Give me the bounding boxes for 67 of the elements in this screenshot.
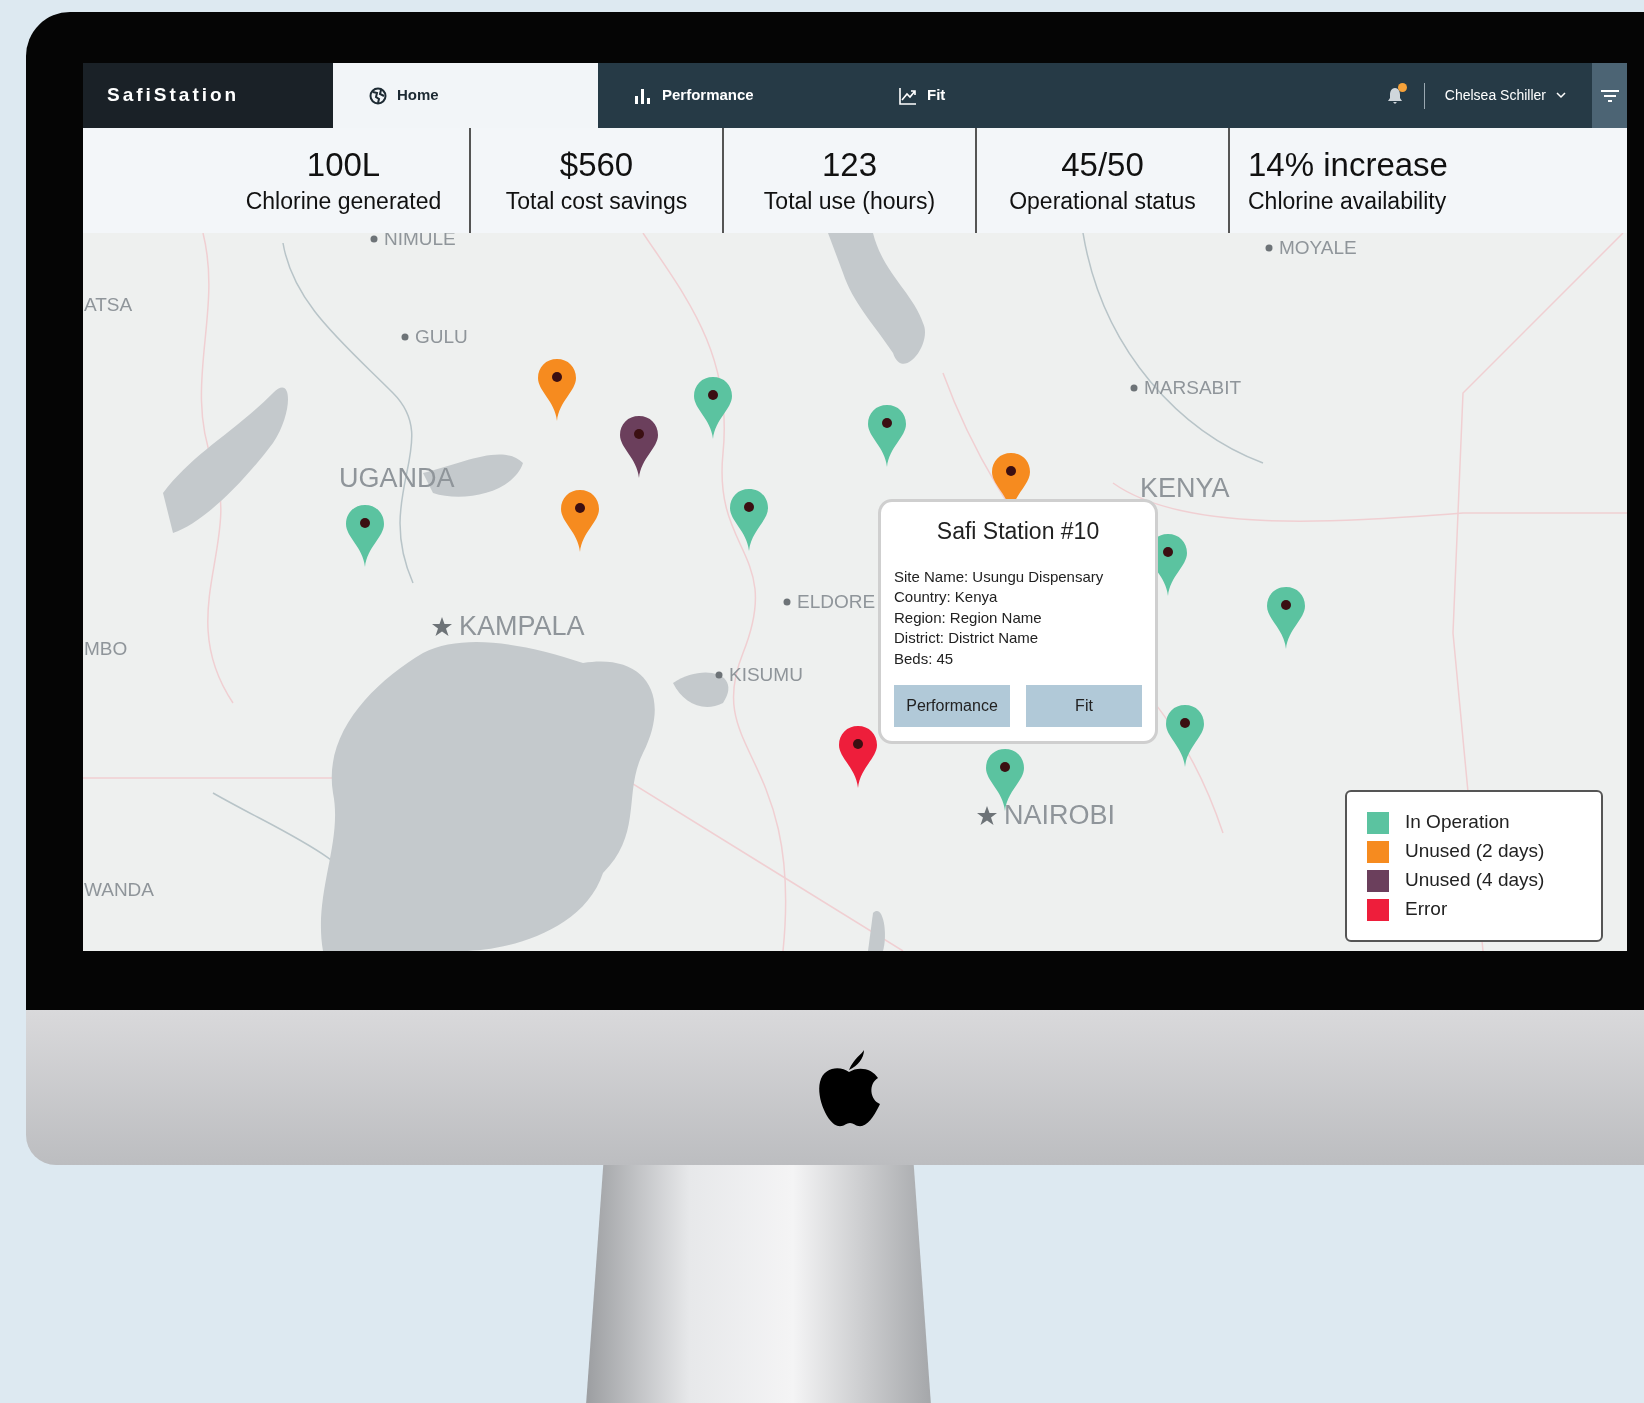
stat-value: 14% increase <box>1248 145 1448 186</box>
map-pin-icon[interactable] <box>346 505 384 567</box>
map-place-label: KAMPALA <box>459 613 585 640</box>
nav-tab[interactable]: Performance <box>598 63 863 128</box>
map-place-label: KISUMU <box>729 665 803 684</box>
city-dot-icon <box>783 597 791 606</box>
legend-label: Error <box>1405 897 1448 922</box>
popup-detail: Country: Kenya <box>894 587 999 608</box>
map-place-label: GULU <box>415 327 468 346</box>
stat-label: Total use (hours) <box>763 187 936 216</box>
map-pin-icon[interactable] <box>839 726 877 788</box>
popup-title: Safi Station #10 <box>935 517 1101 546</box>
star-icon <box>431 616 453 637</box>
map-place-label: MBO <box>84 639 128 658</box>
map-pin-icon[interactable] <box>1267 587 1305 649</box>
lake-shape <box>868 911 885 951</box>
popup-detail: Beds: 45 <box>894 648 955 669</box>
map-pin-icon[interactable] <box>694 377 732 439</box>
app-logo: SafiStation <box>83 63 333 128</box>
map-pin-icon[interactable] <box>538 359 576 421</box>
stat-label: Operational status <box>1009 187 1196 216</box>
stat-value: 123 <box>821 145 878 186</box>
stat-value: 100L <box>306 145 381 186</box>
map-pin-icon[interactable] <box>620 416 658 478</box>
line-chart-icon <box>899 86 917 105</box>
city-dot-icon <box>1265 243 1273 252</box>
map-place-label: NAIROBI <box>1004 802 1116 829</box>
city-dot-icon <box>401 332 409 341</box>
legend-label: In Operation <box>1405 810 1510 835</box>
chevron-down-icon <box>1556 92 1566 99</box>
city-dot-icon <box>715 670 723 679</box>
legend-label: Unused (4 days) <box>1405 868 1545 893</box>
globe-icon <box>369 86 387 105</box>
map-pin-icon[interactable] <box>868 405 906 467</box>
stat-value: $560 <box>559 145 634 186</box>
stat-value: 45/50 <box>1061 145 1144 186</box>
map-pin-icon[interactable] <box>561 490 599 552</box>
map-pin-icon[interactable] <box>730 489 768 551</box>
map-place-label: MOYALE <box>1279 238 1357 257</box>
city-dot-icon <box>370 234 378 243</box>
bell-icon <box>1385 86 1404 105</box>
popup-detail: Region: Region Name <box>894 607 1043 628</box>
user-menu[interactable]: Chelsea Schiller <box>1444 85 1566 106</box>
stat-label: Chlorine generated <box>245 187 442 216</box>
map-place-label: UGANDA <box>339 465 455 492</box>
nav-tab[interactable]: Fit <box>863 63 1128 128</box>
legend-label: Unused (2 days) <box>1405 839 1545 864</box>
bar-chart-icon <box>634 86 652 105</box>
popup-detail: Site Name: Usungu Dispensary <box>894 566 1105 587</box>
map-place-label: WANDA <box>84 880 155 899</box>
map-place-label: MARSABIT <box>1144 378 1242 397</box>
city-dot-icon <box>1130 383 1138 392</box>
map-place-label: ATSA <box>84 295 133 314</box>
nav-tab[interactable]: Home <box>333 63 598 128</box>
popup-button[interactable]: Fit <box>1026 685 1142 728</box>
popup-button[interactable]: Performance <box>894 685 1010 728</box>
filter-button[interactable] <box>1592 63 1627 128</box>
stat-label: Chlorine availability <box>1248 187 1447 216</box>
lake-shape <box>673 672 729 707</box>
map-place-label: ELDORE <box>797 592 876 611</box>
notification-bell[interactable] <box>1385 86 1404 105</box>
map-place-label: KENYA <box>1140 475 1230 502</box>
popup-detail: District: District Name <box>894 628 1040 649</box>
star-icon <box>976 805 998 826</box>
filter-icon <box>1599 88 1620 103</box>
stat-label: Total cost savings <box>505 187 688 216</box>
map-pin-icon[interactable] <box>1166 705 1204 767</box>
